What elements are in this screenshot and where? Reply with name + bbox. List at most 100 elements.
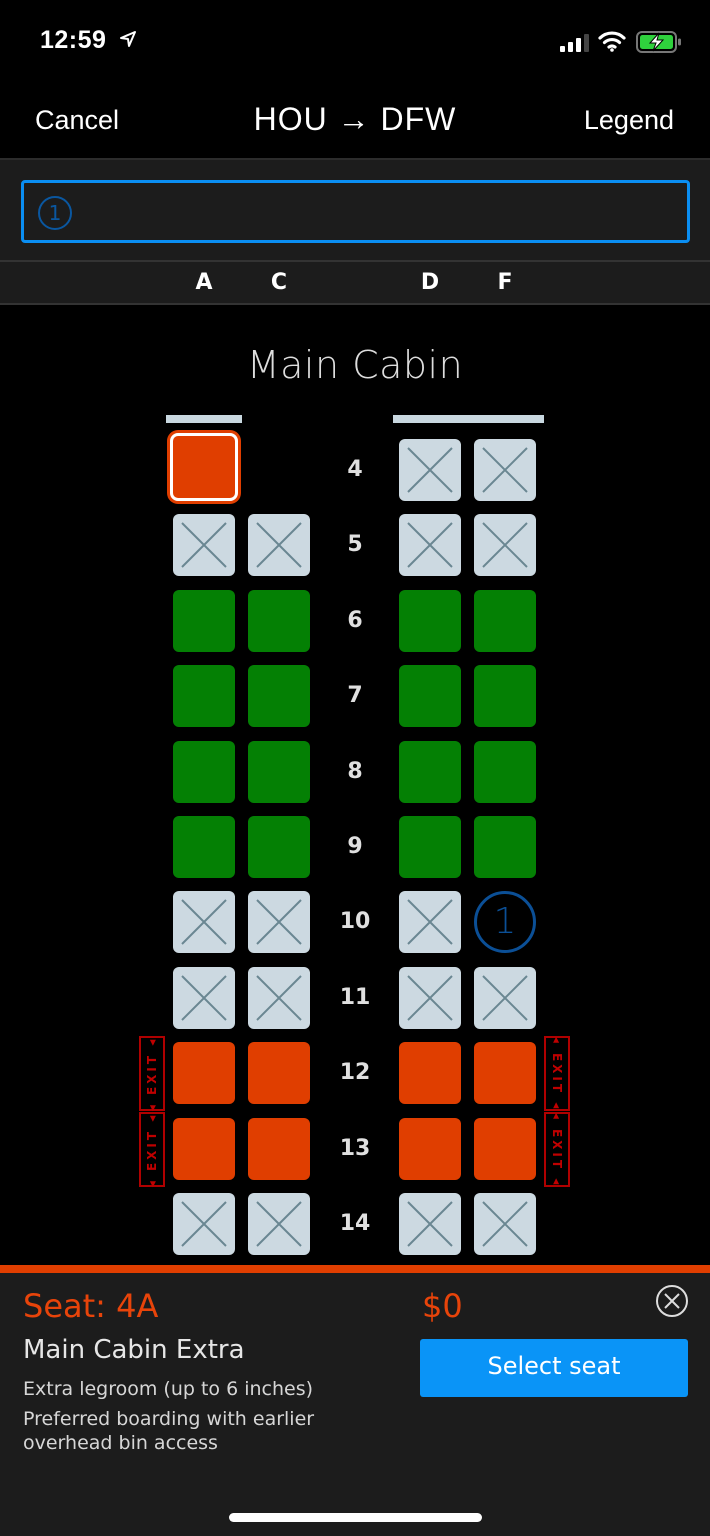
exit-marker-left: ◂ EXIT ◂: [139, 1112, 165, 1187]
passenger-badge[interactable]: 1: [38, 196, 72, 230]
occupied-x-icon: [482, 975, 528, 1021]
row-number: 13: [339, 1136, 371, 1161]
close-icon: [664, 1293, 680, 1309]
occupied-x-icon: [256, 975, 302, 1021]
occupied-x-icon: [482, 447, 528, 493]
seat-10c-occupied: [248, 891, 310, 953]
row-number: 9: [347, 834, 363, 859]
exit-label: ◂ EXIT ◂: [145, 1112, 159, 1187]
row-number: 6: [347, 608, 363, 633]
exit-label: ◂ EXIT ◂: [145, 1036, 159, 1111]
occupied-x-icon: [256, 1201, 302, 1247]
seat-8a-preferred[interactable]: [173, 741, 235, 803]
occupied-x-icon: [256, 522, 302, 568]
seat-4f-occupied: [474, 439, 536, 501]
feature-text: Preferred boarding with earlier: [23, 1408, 315, 1430]
passenger-bar: 1: [0, 158, 710, 262]
occupied-x-icon: [181, 975, 227, 1021]
occupied-x-icon: [407, 899, 453, 945]
seat-12c-extra[interactable]: [248, 1042, 310, 1104]
close-button[interactable]: [656, 1285, 688, 1317]
column-letter-d: D: [420, 270, 440, 295]
seat-13f-extra[interactable]: [474, 1118, 536, 1180]
bulkhead-left: [166, 415, 242, 423]
seat-10f-assigned[interactable]: 1: [474, 891, 536, 953]
occupied-x-icon: [181, 899, 227, 945]
column-header: A C D F: [0, 262, 710, 305]
wifi-icon: [598, 31, 626, 52]
occupied-x-icon: [407, 522, 453, 568]
occupied-x-icon: [407, 447, 453, 493]
occupied-x-icon: [256, 899, 302, 945]
row-number: 4: [347, 457, 363, 482]
status-bar: 12:59: [0, 0, 710, 84]
seat-14c-occupied: [248, 1193, 310, 1255]
seat-details-panel: Seat: 4A $0 Main Cabin Extra Extra legro…: [0, 1273, 710, 1536]
panel-accent-line: [0, 1265, 710, 1273]
seat-13d-extra[interactable]: [399, 1118, 461, 1180]
seat-9a-preferred[interactable]: [173, 816, 235, 878]
row-number: 11: [339, 985, 371, 1010]
seat-6f-preferred[interactable]: [474, 590, 536, 652]
occupied-x-icon: [482, 522, 528, 568]
feature-text: overhead bin access: [23, 1432, 218, 1454]
seat-6a-preferred[interactable]: [173, 590, 235, 652]
seat-7a-preferred[interactable]: [173, 665, 235, 727]
seat-7c-preferred[interactable]: [248, 665, 310, 727]
seat-11c-occupied: [248, 967, 310, 1029]
exit-label: ◂ EXIT ◂: [550, 1036, 564, 1111]
occupied-x-icon: [407, 975, 453, 1021]
occupied-x-icon: [181, 522, 227, 568]
battery-charging-icon: [636, 31, 681, 53]
nav-bar: Cancel HOU → DFW Legend: [0, 84, 710, 158]
seat-9c-preferred[interactable]: [248, 816, 310, 878]
seat-12a-extra[interactable]: [173, 1042, 235, 1104]
column-letter-c: C: [270, 270, 288, 295]
row-number: 7: [347, 683, 363, 708]
seat-8d-preferred[interactable]: [399, 741, 461, 803]
seat-9d-preferred[interactable]: [399, 816, 461, 878]
legend-button[interactable]: Legend: [584, 105, 674, 136]
seat-12d-extra[interactable]: [399, 1042, 461, 1104]
seat-type: Main Cabin Extra: [23, 1335, 245, 1365]
seat-map[interactable]: Main Cabin 4 5 6 7 8 9 10 1 11 12 ◂ EXIT ◂ ◂ EXIT ◂…: [0, 305, 710, 1265]
passenger-selector[interactable]: 1: [21, 180, 690, 243]
seat-13a-extra[interactable]: [173, 1118, 235, 1180]
seat-4a-selected[interactable]: [170, 433, 238, 501]
seat-5f-occupied: [474, 514, 536, 576]
seat-7d-preferred[interactable]: [399, 665, 461, 727]
select-seat-button[interactable]: Select seat: [420, 1339, 688, 1397]
seat-10d-occupied: [399, 891, 461, 953]
seat-14f-occupied: [474, 1193, 536, 1255]
seat-10a-occupied: [173, 891, 235, 953]
seat-11f-occupied: [474, 967, 536, 1029]
column-letter-f: F: [497, 270, 513, 295]
row-number: 14: [339, 1211, 371, 1236]
occupied-x-icon: [407, 1201, 453, 1247]
seat-8f-preferred[interactable]: [474, 741, 536, 803]
seat-11d-occupied: [399, 967, 461, 1029]
row-number: 5: [347, 532, 363, 557]
exit-marker-right: ◂ EXIT ◂: [544, 1112, 570, 1187]
seat-14a-occupied: [173, 1193, 235, 1255]
exit-marker-left: ◂ EXIT ◂: [139, 1036, 165, 1111]
seat-6c-preferred[interactable]: [248, 590, 310, 652]
occupied-x-icon: [181, 1201, 227, 1247]
seat-12f-extra[interactable]: [474, 1042, 536, 1104]
location-arrow-icon: [120, 31, 136, 47]
seat-14d-occupied: [399, 1193, 461, 1255]
home-indicator[interactable]: [229, 1513, 482, 1522]
seat-13c-extra[interactable]: [248, 1118, 310, 1180]
seat-6d-preferred[interactable]: [399, 590, 461, 652]
column-letter-a: A: [195, 270, 213, 295]
seat-label: Seat: 4A: [23, 1287, 159, 1325]
occupied-x-icon: [482, 1201, 528, 1247]
seat-5c-occupied: [248, 514, 310, 576]
seat-8c-preferred[interactable]: [248, 741, 310, 803]
row-number: 8: [347, 759, 363, 784]
seat-5a-occupied: [173, 514, 235, 576]
exit-marker-right: ◂ EXIT ◂: [544, 1036, 570, 1111]
seat-7f-preferred[interactable]: [474, 665, 536, 727]
row-number: 12: [339, 1060, 371, 1085]
seat-9f-preferred[interactable]: [474, 816, 536, 878]
